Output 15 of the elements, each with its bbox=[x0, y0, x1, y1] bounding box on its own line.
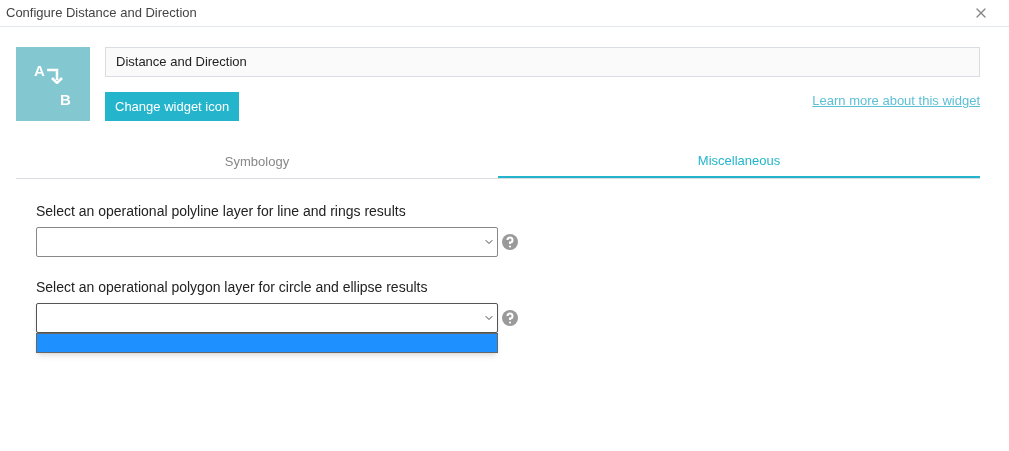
layer-select[interactable] bbox=[36, 227, 498, 257]
letter-b: B bbox=[60, 92, 71, 107]
tab[interactable]: Miscellaneous bbox=[498, 145, 980, 178]
learn-more-link[interactable]: Learn more about this widget bbox=[812, 91, 980, 111]
setting-label: Select an operational polygon layer for circle and ellipse results bbox=[36, 278, 429, 297]
change-icon-button[interactable]: Change widget icon bbox=[105, 92, 240, 121]
turn-arrow-icon bbox=[47, 68, 63, 84]
help-icon[interactable] bbox=[502, 234, 518, 250]
letter-a: A bbox=[34, 63, 45, 78]
help-icon[interactable] bbox=[502, 310, 518, 326]
widget-name-field[interactable]: Distance and Direction bbox=[105, 47, 980, 77]
setting-label: Select an operational polyline layer for line and rings results bbox=[36, 202, 407, 221]
tab[interactable]: Symbology bbox=[16, 145, 498, 178]
layer-select[interactable] bbox=[36, 303, 498, 333]
dialog-title: Configure Distance and Direction bbox=[6, 4, 197, 23]
